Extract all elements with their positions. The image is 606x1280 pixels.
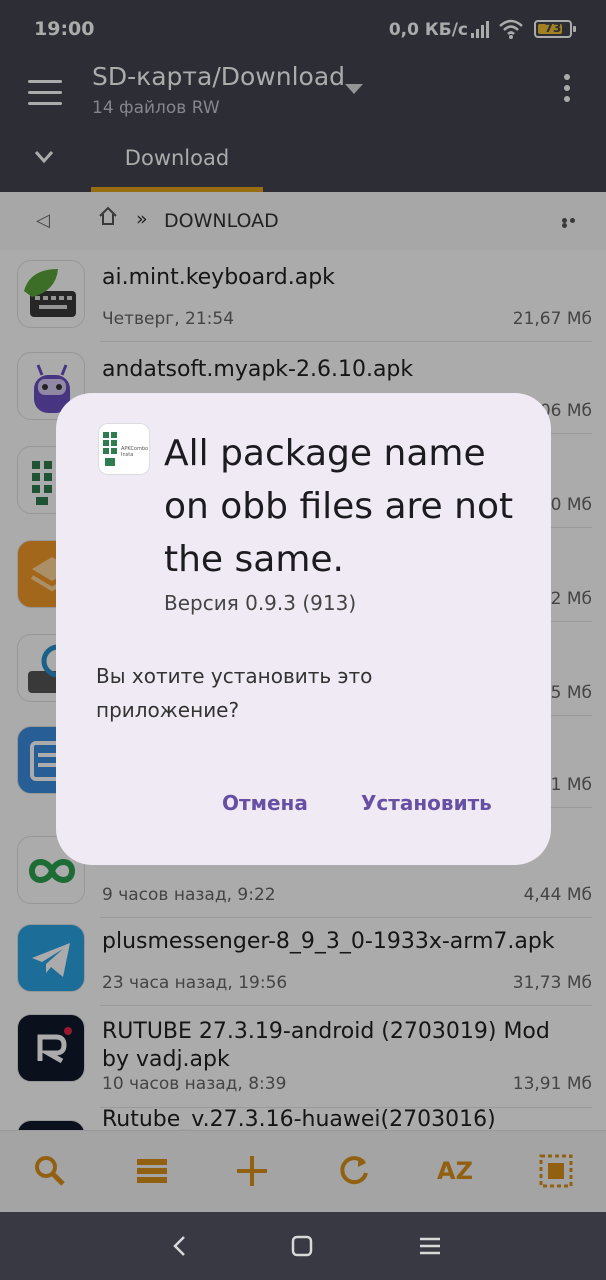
apkcombo-installer-icon: APKCombo Insta	[98, 423, 150, 475]
dialog-icon-caption: APKCombo Insta	[121, 446, 149, 458]
dialog-title: All package name on obb files are not th…	[164, 433, 514, 580]
install-dialog: APKCombo Insta All package name on obb f…	[56, 393, 551, 865]
nav-scrim	[0, 1212, 606, 1280]
install-button[interactable]: Установить	[361, 791, 492, 815]
cancel-button[interactable]: Отмена	[222, 791, 308, 815]
dialog-version: Версия 0.9.3 (913)	[164, 591, 357, 615]
dialog-message: Вы хотите установить это приложение?	[96, 664, 373, 722]
